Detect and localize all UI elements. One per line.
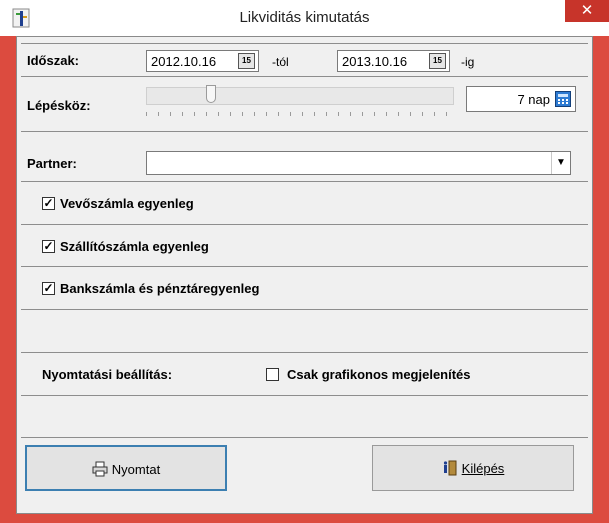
exit-button-label: Kilépés [461,461,505,476]
exit-button[interactable]: Kilépés [372,445,574,491]
step-value: 7 nap [517,92,550,107]
bank-cash-balance-label[interactable]: Bankszámla és pénztáregyenleg [60,281,259,296]
partner-label: Partner: [27,156,77,171]
supplier-balance-checkbox[interactable]: ✓ [42,240,55,253]
app-window: Likviditás kimutatás ✕ Időszak: 2012.10.… [0,0,609,523]
calendar-icon[interactable]: 15 [238,53,255,69]
graphic-only-checkbox[interactable] [266,368,279,381]
graphic-only-label[interactable]: Csak grafikonos megjelenítés [287,367,471,382]
bank-cash-balance-checkbox[interactable]: ✓ [42,282,55,295]
customer-balance-checkbox[interactable]: ✓ [42,197,55,210]
printer-icon [92,461,108,477]
spacer-row [21,396,588,438]
close-icon: ✕ [580,2,594,19]
chevron-down-icon[interactable]: ▼ [551,152,570,174]
option-row-bank-cash-balance: ✓ Bankszámla és pénztáregyenleg [21,267,588,310]
print-settings-label: Nyomtatási beállítás: [42,367,173,382]
print-button[interactable]: Nyomtat [25,445,227,491]
close-button[interactable]: ✕ [565,0,609,22]
step-row: Lépésköz: 7 nap [21,77,588,132]
period-label: Időszak: [27,53,80,68]
calendar-icon[interactable]: 15 [429,53,446,69]
spacer-row [21,310,588,353]
supplier-balance-label[interactable]: Szállítószámla egyenleg [60,239,209,254]
step-value-field[interactable]: 7 nap [466,86,576,112]
option-row-customer-balance: ✓ Vevőszámla egyenleg [21,182,588,225]
print-settings-row: Nyomtatási beállítás: Csak grafikonos me… [21,353,588,396]
title-bar: Likviditás kimutatás ✕ [0,0,609,36]
from-suffix: -tól [272,55,289,69]
slider-thumb[interactable] [205,85,216,103]
to-date-value: 2013.10.16 [342,54,408,69]
dialog-body: Időszak: 2012.10.16 15 -tól 2013.10.16 1… [16,36,593,514]
to-suffix: -ig [461,55,475,69]
partner-select[interactable]: ▼ [146,151,571,175]
partner-row: Partner: ▼ [21,145,588,182]
step-label: Lépésköz: [27,98,91,113]
slider-ticks [146,112,452,116]
exit-door-icon [443,460,457,476]
customer-balance-label[interactable]: Vevőszámla egyenleg [60,196,194,211]
from-date-value: 2012.10.16 [151,54,217,69]
period-row: Időszak: 2012.10.16 15 -tól 2013.10.16 1… [21,43,588,77]
print-button-label: Nyomtat [111,462,161,477]
step-slider[interactable] [146,87,454,105]
calculator-icon-glyph [558,94,568,104]
to-date-field[interactable]: 2013.10.16 15 [337,50,450,72]
option-row-supplier-balance: ✓ Szállítószámla egyenleg [21,225,588,267]
from-date-field[interactable]: 2012.10.16 15 [146,50,259,72]
calculator-icon[interactable] [555,91,571,107]
window-title: Likviditás kimutatás [239,9,370,26]
